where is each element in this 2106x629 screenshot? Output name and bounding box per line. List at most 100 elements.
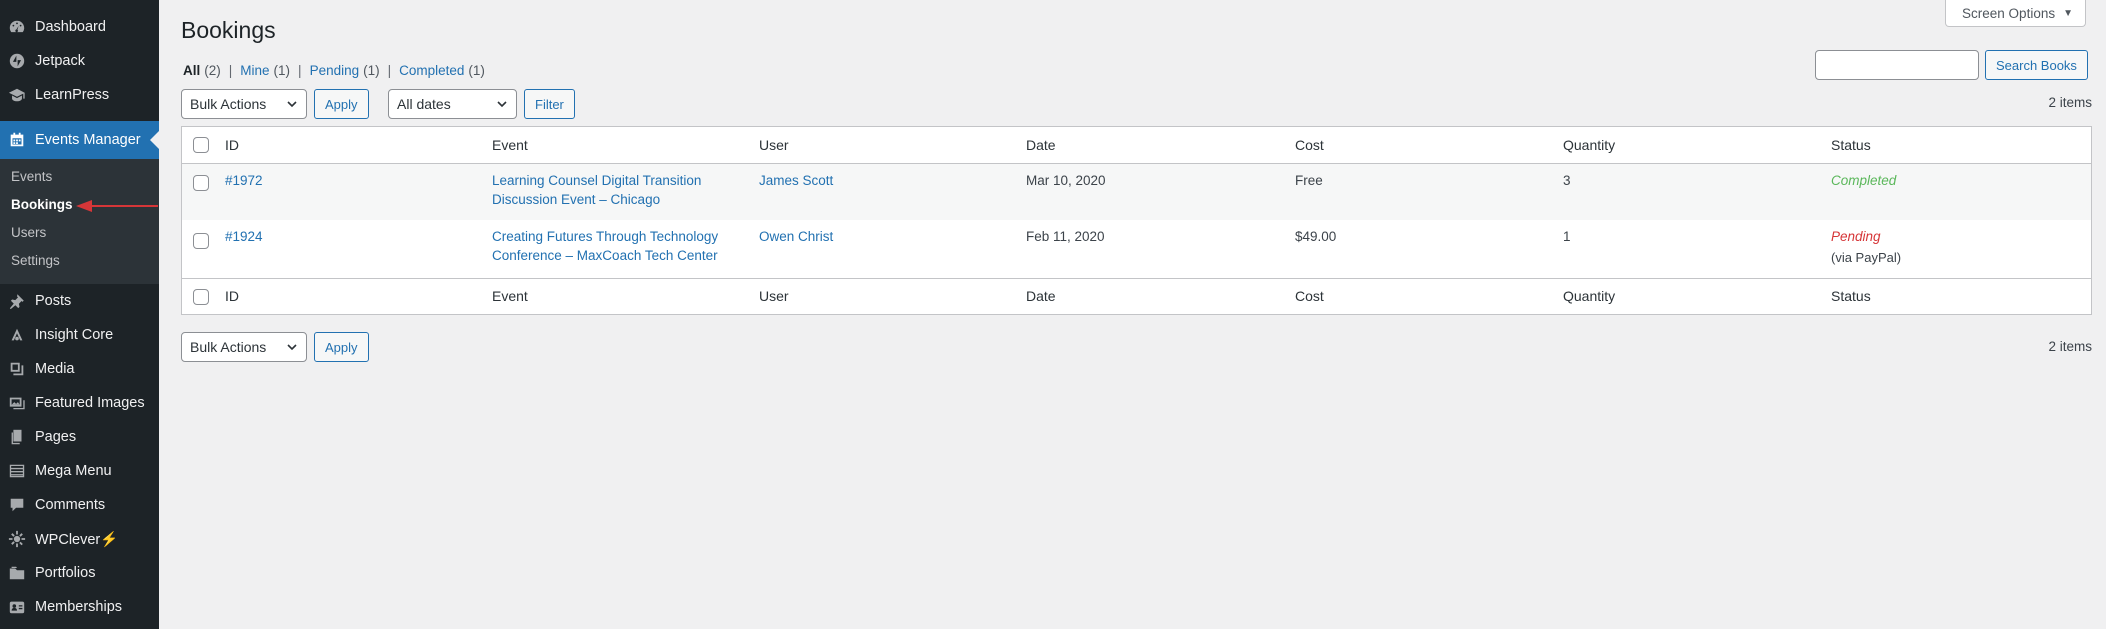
filter-separator: | — [298, 63, 302, 78]
wpclever-icon — [8, 530, 26, 548]
sidebar-item-label: Comments — [35, 497, 106, 513]
submenu-item-settings[interactable]: Settings — [11, 253, 60, 268]
admin-sidebar: Dashboard Jetpack LearnPress Events Mana… — [0, 0, 159, 629]
apply-button[interactable]: Apply — [314, 89, 369, 119]
booking-date: Mar 10, 2020 — [1026, 173, 1106, 188]
select-all-checkbox[interactable] — [193, 289, 209, 305]
column-header-event[interactable]: Event — [492, 136, 528, 155]
learnpress-icon — [8, 86, 26, 104]
booking-quantity: 3 — [1563, 173, 1571, 188]
table-row: #1972 Learning Counsel Digital Transitio… — [182, 164, 2091, 220]
filter-completed-link[interactable]: Completed (1) — [399, 63, 485, 78]
active-menu-arrow — [150, 131, 159, 149]
column-header-user[interactable]: User — [759, 136, 789, 155]
bookings-table: ID Event User Date Cost Quantity Status … — [181, 126, 2092, 315]
apply-button-bottom[interactable]: Apply — [314, 332, 369, 362]
chevron-down-icon — [287, 344, 297, 351]
featured-images-icon — [8, 394, 26, 412]
sidebar-item-media[interactable]: Media — [0, 355, 159, 383]
screen-options-button[interactable]: Screen Options ▼ — [1945, 0, 2086, 27]
submenu-item-events[interactable]: Events — [11, 169, 52, 184]
chevron-down-icon — [497, 101, 507, 108]
filter-all-link[interactable]: All (2) — [183, 63, 221, 78]
sidebar-item-featured-images[interactable]: Featured Images — [0, 389, 159, 417]
user-link[interactable]: James Scott — [759, 171, 833, 190]
jetpack-icon — [8, 52, 26, 70]
sidebar-item-label: Jetpack — [35, 53, 85, 69]
bulk-actions-select-bottom[interactable]: Bulk Actions — [181, 332, 307, 362]
chevron-down-icon — [287, 101, 297, 108]
search-books-button[interactable]: Search Books — [1985, 50, 2088, 80]
booking-quantity: 1 — [1563, 229, 1571, 244]
submenu-item-bookings[interactable]: Bookings — [11, 197, 73, 212]
sidebar-item-events-manager[interactable]: Events Manager — [0, 121, 159, 159]
filter-pending-link[interactable]: Pending (1) — [310, 63, 380, 78]
main-content: Bookings Screen Options ▼ All (2) | Mine(… — [159, 0, 2106, 629]
sidebar-item-comments[interactable]: Comments — [0, 491, 159, 519]
column-header-quantity[interactable]: Quantity — [1563, 136, 1615, 155]
row-checkbox[interactable] — [193, 233, 209, 249]
user-link[interactable]: Owen Christ — [759, 227, 833, 246]
event-link[interactable]: Learning Counsel Digital Transition Discu… — [492, 171, 701, 209]
column-header-quantity[interactable]: Quantity — [1563, 287, 1615, 306]
bulk-actions-select[interactable]: Bulk Actions — [181, 89, 307, 119]
sidebar-item-label: Insight Core — [35, 327, 114, 343]
caret-down-icon: ▼ — [2063, 7, 2073, 19]
column-header-status[interactable]: Status — [1831, 136, 1871, 155]
booking-date: Feb 11, 2020 — [1026, 229, 1105, 244]
row-checkbox[interactable] — [193, 175, 209, 191]
sidebar-item-label: Memberships — [35, 599, 123, 615]
filter-button[interactable]: Filter — [524, 89, 575, 119]
select-all-checkbox[interactable] — [193, 137, 209, 153]
sidebar-item-label: Media — [35, 361, 75, 377]
submenu-item-users[interactable]: Users — [11, 225, 46, 240]
status-filter-links: All (2) | Mine (1) | Pending (1) | Complete… — [183, 63, 485, 78]
calendar-icon — [8, 131, 26, 149]
filter-mine-link[interactable]: Mine (1) — [240, 63, 290, 78]
sidebar-item-learnpress[interactable]: LearnPress — [0, 81, 159, 109]
sidebar-item-label: WPClever⚡ — [35, 531, 119, 548]
sidebar-item-pages[interactable]: Pages — [0, 423, 159, 451]
sidebar-item-insight-core[interactable]: Insight Core — [0, 321, 159, 349]
sidebar-item-wpclever[interactable]: WPClever⚡ — [0, 525, 159, 553]
column-header-event[interactable]: Event — [492, 287, 528, 306]
status-badge: Pending — [1831, 229, 1881, 244]
sidebar-item-label: Pages — [35, 429, 77, 445]
filter-separator: | — [387, 63, 392, 78]
column-header-id[interactable]: ID — [225, 287, 239, 306]
sidebar-item-mega-menu[interactable]: Mega Menu — [0, 457, 159, 485]
booking-id-link[interactable]: #1972 — [225, 171, 263, 190]
bulk-actions-value: Bulk Actions — [190, 96, 267, 112]
column-header-id[interactable]: ID — [225, 136, 239, 155]
sidebar-item-memberships[interactable]: Memberships — [0, 593, 159, 621]
sidebar-item-portfolios[interactable]: Portfolios — [0, 559, 159, 587]
sidebar-item-label: Mega Menu — [35, 463, 112, 479]
table-footer-row: ID Event User Date Cost Quantity Status — [182, 278, 2091, 314]
table-row: #1924 Creating Futures Through Technolog… — [182, 220, 2091, 278]
dates-value: All dates — [397, 96, 451, 112]
sidebar-item-posts[interactable]: Posts — [0, 287, 159, 315]
booking-cost: Free — [1295, 173, 1323, 188]
column-header-status[interactable]: Status — [1831, 287, 1871, 306]
bulk-actions-value: Bulk Actions — [190, 339, 267, 355]
sidebar-item-dashboard[interactable]: Dashboard — [0, 13, 159, 41]
annotation-arrow — [76, 200, 158, 212]
dashboard-icon — [8, 18, 26, 36]
column-header-cost[interactable]: Cost — [1295, 136, 1324, 155]
column-header-user[interactable]: User — [759, 287, 789, 306]
comments-icon — [8, 496, 26, 514]
event-link[interactable]: Creating Futures Through Technology Confe… — [492, 227, 718, 265]
sidebar-item-jetpack[interactable]: Jetpack — [0, 47, 159, 75]
column-header-cost[interactable]: Cost — [1295, 287, 1324, 306]
status-cell: Pending (via PayPal) — [1831, 227, 1901, 267]
status-badge: Completed — [1831, 173, 1897, 188]
sidebar-item-label: Events Manager — [35, 132, 141, 148]
search-input[interactable] — [1815, 50, 1979, 80]
filter-separator: | — [228, 63, 233, 78]
booking-id-link[interactable]: #1924 — [225, 227, 263, 246]
dates-select[interactable]: All dates — [388, 89, 517, 119]
sidebar-item-label: Posts — [35, 293, 72, 309]
column-header-date[interactable]: Date — [1026, 287, 1056, 306]
column-header-date[interactable]: Date — [1026, 136, 1056, 155]
pushpin-icon — [8, 292, 26, 310]
